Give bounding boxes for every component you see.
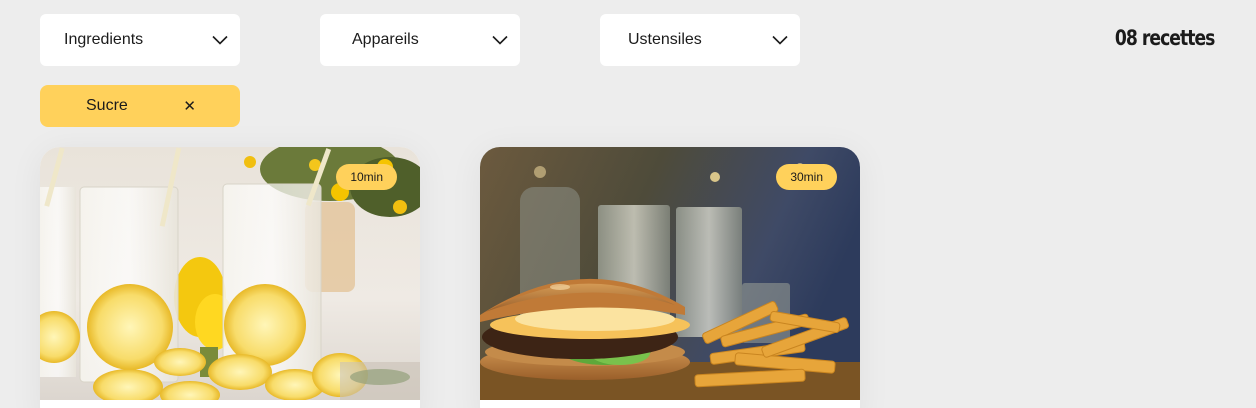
ingredients-dropdown[interactable]: Ingredients	[40, 14, 240, 66]
appareils-dropdown-label: Appareils	[352, 31, 419, 48]
recipe-card[interactable]: 30min	[480, 147, 860, 408]
ustensiles-dropdown[interactable]: Ustensiles	[600, 14, 800, 66]
selected-tag-label: Sucre	[86, 97, 128, 114]
close-icon[interactable]: ✕	[183, 99, 196, 114]
recipe-time-badge: 30min	[776, 164, 837, 190]
chevron-down-icon	[772, 35, 788, 45]
chevron-down-icon	[492, 35, 508, 45]
recipe-count: 08 recettes	[1114, 26, 1215, 50]
selected-tag-sucre: Sucre ✕	[40, 85, 240, 127]
recipe-time-badge: 10min	[336, 164, 397, 190]
ustensiles-dropdown-label: Ustensiles	[628, 31, 702, 48]
chevron-down-icon	[212, 35, 228, 45]
ingredients-dropdown-label: Ingredients	[64, 31, 144, 48]
recipe-card[interactable]: 10min	[40, 147, 420, 408]
appareils-dropdown[interactable]: Appareils	[320, 14, 520, 66]
